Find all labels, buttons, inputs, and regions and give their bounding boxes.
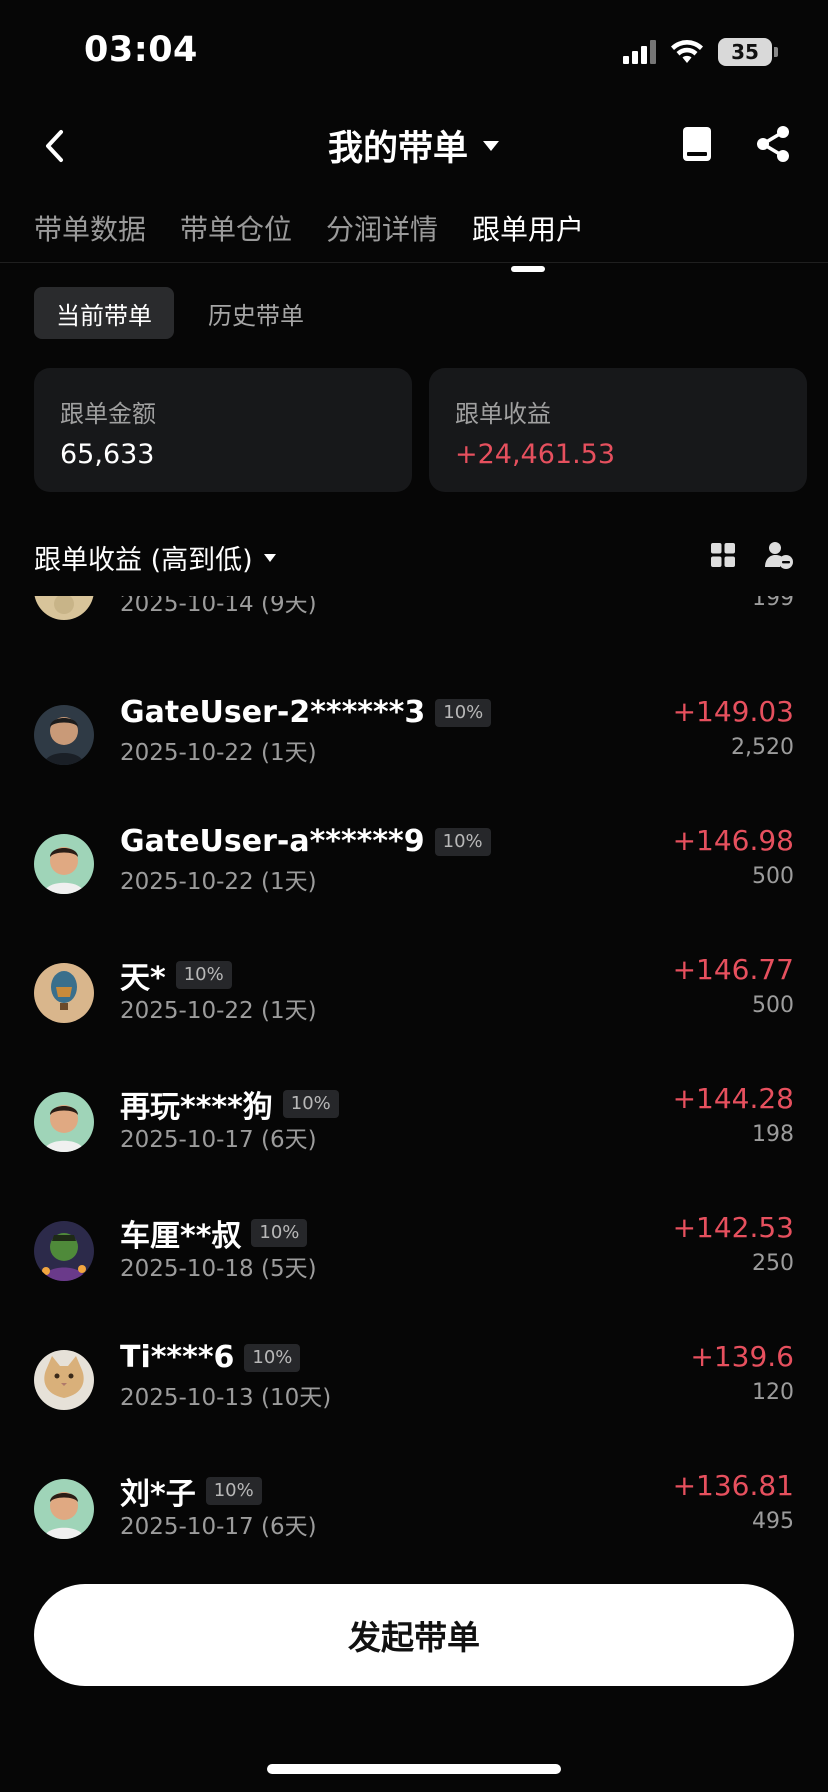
avatar — [34, 1092, 94, 1152]
follow-profit-value: +24,461.53 — [455, 439, 616, 470]
list-item[interactable]: GateUser-a******9 10% 2025-10-22 (1天) +1… — [0, 802, 828, 931]
avatar — [34, 1479, 94, 1539]
subtab-history[interactable]: 历史带单 — [186, 287, 326, 339]
tab-lead-positions[interactable]: 带单仓位 — [180, 208, 292, 248]
share-ratio-badge: 10% — [244, 1343, 301, 1372]
home-indicator — [267, 1764, 561, 1774]
status-time: 03:04 — [84, 30, 198, 70]
follower-profit: +144.28 — [672, 1082, 794, 1115]
follower-profit: +146.98 — [672, 824, 794, 857]
follower-amount: 199 — [752, 596, 794, 611]
grid-icon[interactable] — [710, 542, 736, 568]
sort-dropdown[interactable]: 跟单收益 (高到低) — [34, 538, 277, 577]
follower-name: Ti****6 — [120, 1340, 235, 1375]
remove-user-icon[interactable] — [764, 540, 794, 570]
tab-followers[interactable]: 跟单用户 — [472, 208, 584, 248]
follower-name: GateUser-2******3 — [120, 695, 426, 730]
follow-date: 2025-10-14 (9天) — [120, 596, 317, 617]
follow-amount-card: 跟单金额 65,633 — [34, 368, 412, 492]
follower-amount: 495 — [752, 1509, 794, 1534]
follower-profit: +146.77 — [672, 953, 794, 986]
avatar — [34, 1221, 94, 1281]
follower-amount: 250 — [752, 1251, 794, 1276]
share-ratio-badge: 10% — [251, 1219, 308, 1247]
follow-profit-label: 跟单收益 — [455, 400, 551, 428]
list-item[interactable]: 再玩****狗 10% 2025-10-17 (6天) +144.28 198 — [0, 1060, 828, 1189]
list-item[interactable]: GateUser-2******3 10% 2025-10-22 (1天) +1… — [0, 673, 828, 802]
follow-date: 2025-10-18 (5天) — [120, 1256, 317, 1282]
share-icon[interactable] — [756, 126, 790, 162]
battery-icon: 35 — [718, 38, 778, 66]
tab-profit-share[interactable]: 分润详情 — [326, 208, 438, 248]
caret-down-icon — [483, 140, 499, 151]
list-item[interactable]: 刘*子 10% 2025-10-17 (6天) +136.81 495 — [0, 1447, 828, 1568]
list-item[interactable]: 车厘**叔 10% 2025-10-18 (5天) +142.53 250 — [0, 1189, 828, 1318]
avatar — [34, 834, 94, 894]
status-icons: 35 — [623, 38, 778, 66]
follow-date: 2025-10-22 (1天) — [120, 740, 317, 766]
follow-date: 2025-10-13 (10天) — [120, 1385, 332, 1411]
follow-profit-card: 跟单收益 +24,461.53 — [429, 368, 807, 492]
follower-amount: 500 — [752, 864, 794, 889]
follower-profit: +149.03 — [672, 695, 794, 728]
subtab-current[interactable]: 当前带单 — [34, 287, 174, 339]
wifi-icon — [671, 40, 703, 63]
follower-profit: +136.81 — [672, 1469, 794, 1502]
follower-amount: 120 — [752, 1380, 794, 1405]
tab-lead-data[interactable]: 带单数据 — [34, 208, 146, 248]
caret-down-icon — [263, 553, 276, 562]
follower-amount: 198 — [752, 1122, 794, 1147]
list-item[interactable]: 天* 10% 2025-10-22 (1天) +146.77 500 — [0, 931, 828, 1060]
share-ratio-badge: 10% — [435, 698, 492, 727]
view-actions — [710, 540, 794, 570]
start-lead-button[interactable]: 发起带单 — [34, 1584, 794, 1686]
tab-divider — [0, 262, 828, 263]
avatar — [34, 1350, 94, 1410]
list-item[interactable]: 2025-10-14 (9天) 199 — [0, 596, 828, 673]
follower-list: 2025-10-14 (9天) 199 GateUser-2******3 10… — [0, 596, 828, 1568]
avatar — [34, 963, 94, 1023]
tab-bar: 带单数据 带单仓位 分润详情 跟单用户 — [34, 208, 584, 248]
header-actions — [682, 126, 790, 162]
follow-amount-label: 跟单金额 — [60, 400, 156, 428]
share-ratio-badge: 10% — [434, 827, 491, 856]
follower-name: GateUser-a******9 — [120, 824, 425, 859]
list-item[interactable]: Ti****6 10% 2025-10-13 (10天) +139.6 120 — [0, 1318, 828, 1447]
follower-profit: +142.53 — [672, 1211, 794, 1244]
share-ratio-badge: 10% — [205, 1477, 262, 1505]
avatar — [34, 596, 94, 620]
follow-date: 2025-10-17 (6天) — [120, 1127, 317, 1153]
sort-label: 跟单收益 (高到低) — [34, 545, 253, 576]
follow-date: 2025-10-22 (1天) — [120, 869, 317, 895]
cellular-signal-icon — [623, 40, 656, 64]
page-title: 我的带单 — [327, 129, 468, 169]
book-icon[interactable] — [682, 126, 712, 162]
follow-amount-value: 65,633 — [60, 439, 155, 470]
screen: 03:04 35 我的带单 带单数据 带单仓位 分润详情 跟单用户 当前带单 历… — [0, 0, 828, 1792]
share-ratio-badge: 10% — [175, 961, 232, 989]
avatar — [34, 705, 94, 765]
follower-amount: 500 — [752, 993, 794, 1018]
share-ratio-badge: 10% — [282, 1090, 339, 1118]
follow-date: 2025-10-22 (1天) — [120, 998, 317, 1024]
follower-profit: +139.6 — [690, 1340, 794, 1373]
follow-date: 2025-10-17 (6天) — [120, 1514, 317, 1540]
follower-amount: 2,520 — [731, 735, 794, 760]
